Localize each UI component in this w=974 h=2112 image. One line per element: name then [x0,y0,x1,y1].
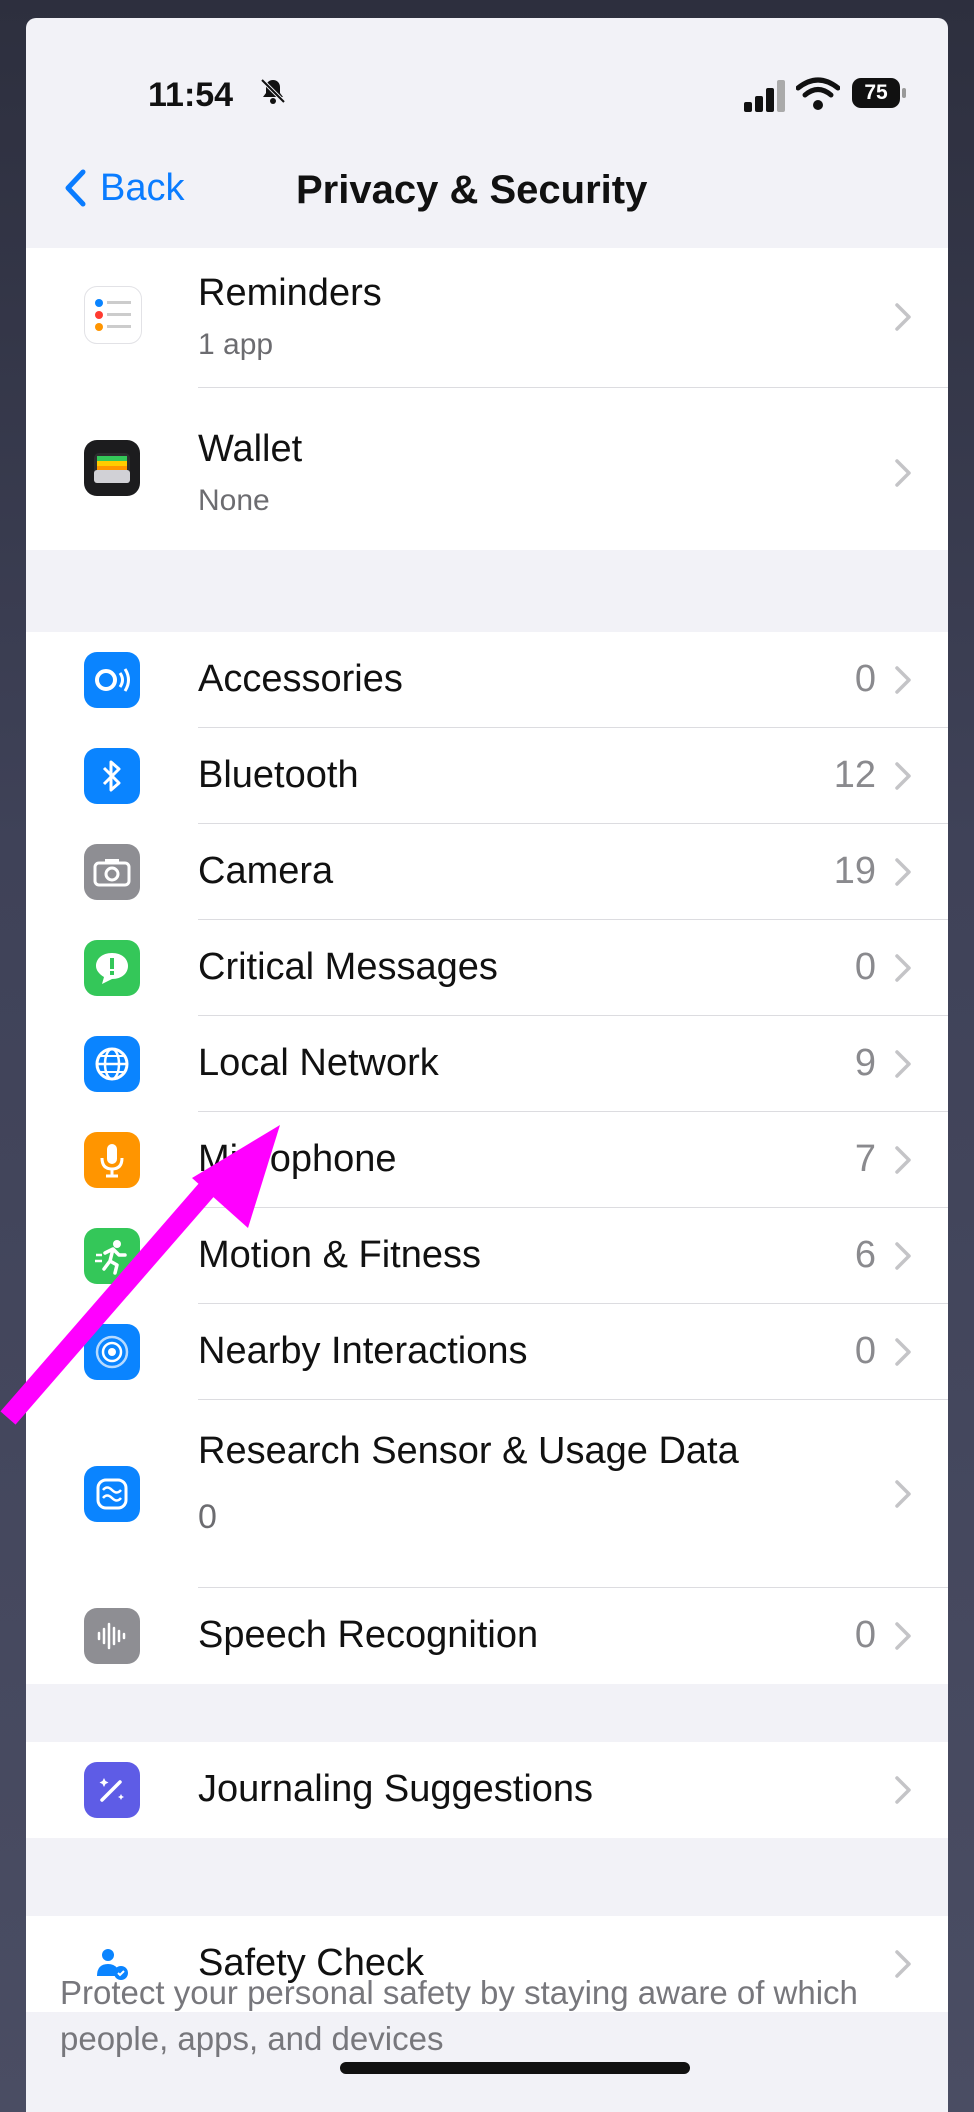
row-label: Reminders [198,272,382,314]
accessories-icon [84,652,140,708]
chevron-right-icon [895,303,911,331]
reminders-icon [84,286,142,344]
waveform-icon [84,1608,140,1664]
page-title: Privacy & Security [296,168,648,212]
status-bar: 11:54 75 [26,18,948,138]
back-label: Back [100,166,185,209]
row-count: 7 [854,1138,876,1180]
wallet-icon [84,440,140,496]
list-item-local-network[interactable]: Local Network 9 [26,1016,948,1112]
list-item-wallet[interactable]: Wallet None [26,388,948,550]
row-label: Critical Messages [198,946,498,988]
journaling-icon [84,1762,140,1818]
chevron-right-icon [895,954,911,982]
bell-slash-icon [258,76,288,113]
list-item-speech-recognition[interactable]: Speech Recognition 0 [26,1588,948,1684]
row-label: Accessories [198,658,403,700]
row-count: 6 [854,1234,876,1276]
list-item-accessories[interactable]: Accessories 0 [26,632,948,728]
battery-level: 75 [852,78,900,108]
chevron-right-icon [895,762,911,790]
nearby-interactions-icon [84,1324,140,1380]
row-count: 9 [854,1042,876,1084]
row-label: Research Sensor & Usage Data [198,1430,739,1472]
row-count: 0 [854,658,876,700]
list-item-motion-fitness[interactable]: Motion & Fitness 6 [26,1208,948,1304]
wifi-icon [795,76,841,112]
camera-icon [84,844,140,900]
row-label: Bluetooth [198,754,359,796]
critical-message-icon [84,940,140,996]
row-label: Wallet [198,428,303,470]
chevron-right-icon [895,1242,911,1270]
chevron-right-icon [895,1480,911,1508]
row-sublabel: None [198,484,270,517]
safety-check-footer: Protect your personal safety by staying … [60,1974,858,2057]
row-count: 12 [833,754,876,796]
chevron-right-icon [895,1622,911,1650]
chevron-right-icon [895,1776,911,1804]
permissions-group: Accessories 0 Bluetooth 12 Camera 19 Cri… [26,632,948,1684]
row-sublabel: 0 [198,1498,217,1536]
bluetooth-icon [84,748,140,804]
research-sensor-icon [84,1466,140,1522]
chevron-right-icon [895,666,911,694]
row-count: 19 [833,850,876,892]
chevron-left-icon [65,169,86,207]
signal-icon [744,78,792,112]
row-sublabel: 1 app [198,328,274,361]
apps-group: Reminders 1 app Wallet None [26,248,948,550]
row-label: Nearby Interactions [198,1330,528,1372]
row-label: Local Network [198,1042,439,1084]
row-label: Microphone [198,1138,397,1180]
list-item-reminders[interactable]: Reminders 1 app [26,248,948,388]
chevron-right-icon [895,858,911,886]
list-item-bluetooth[interactable]: Bluetooth 12 [26,728,948,824]
globe-icon [84,1036,140,1092]
list-item-nearby-interactions[interactable]: Nearby Interactions 0 [26,1304,948,1400]
list-item-research-sensor[interactable]: Research Sensor & Usage Data 0 [26,1400,948,1588]
microphone-icon [84,1132,140,1188]
chevron-right-icon [895,1950,911,1978]
list-item-critical-messages[interactable]: Critical Messages 0 [26,920,948,1016]
row-label: Journaling Suggestions [198,1768,594,1810]
status-time: 11:54 [148,76,234,114]
row-label: Speech Recognition [198,1614,539,1656]
chevron-right-icon [895,1050,911,1078]
running-figure-icon [84,1228,140,1284]
row-label: Camera [198,850,334,892]
chevron-right-icon [895,1338,911,1366]
list-item-journaling-suggestions[interactable]: Journaling Suggestions [26,1742,948,1838]
row-count: 0 [854,1614,876,1656]
chevron-right-icon [895,459,911,487]
battery-icon: 75 [852,76,908,110]
phone-screen: 11:54 75 Back Privacy & Security Reminde… [26,18,948,2112]
home-indicator[interactable] [340,2062,690,2074]
row-count: 0 [854,1330,876,1372]
row-label: Motion & Fitness [198,1234,481,1276]
back-button[interactable]: Back [64,158,184,218]
chevron-right-icon [895,1146,911,1174]
row-count: 0 [854,946,876,988]
journaling-group: Journaling Suggestions [26,1742,948,1838]
list-item-microphone[interactable]: Microphone 7 [26,1112,948,1208]
list-item-camera[interactable]: Camera 19 [26,824,948,920]
navigation-bar: Back Privacy & Security [26,138,948,249]
